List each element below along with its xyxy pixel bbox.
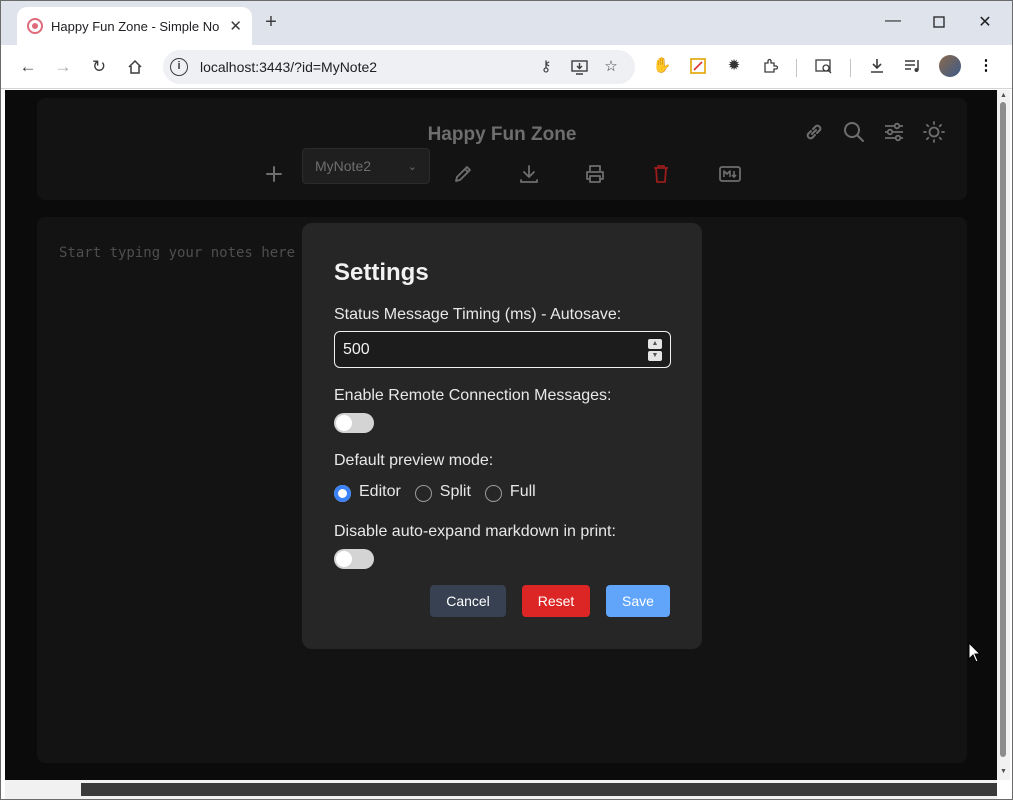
page-content: Happy Fun Zone MyNote2 ⌄ Start typing yo… (5, 90, 997, 780)
markdown-preview-icon[interactable] (718, 162, 742, 186)
site-info-icon[interactable]: i (170, 58, 188, 76)
new-note-icon[interactable] (262, 162, 286, 186)
delete-trash-icon[interactable] (649, 162, 673, 186)
radio-split-label: Split (439, 482, 471, 500)
spin-down-icon[interactable]: ▼ (648, 350, 662, 361)
scroll-thumb[interactable] (1000, 102, 1006, 757)
remote-label: Enable Remote Connection Messages: (334, 387, 612, 404)
toolbar-divider (796, 59, 797, 77)
back-icon[interactable]: ← (16, 55, 40, 79)
browser-window: Happy Fun Zone - Simple Notes ✕ + — ✕ ← … (0, 0, 1013, 800)
scroll-up-icon[interactable]: ▲ (999, 92, 1008, 101)
horizontal-scroll-thumb[interactable] (81, 783, 997, 796)
horizontal-scrollbar[interactable] (5, 780, 997, 799)
toolbar-divider (850, 59, 851, 77)
preview-label: Default preview mode: (334, 452, 494, 469)
tab-search-icon[interactable] (813, 55, 835, 77)
radio-full-dot[interactable] (484, 485, 502, 502)
tab-title: Happy Fun Zone - Simple Notes (51, 18, 219, 34)
chevron-down-icon: ⌄ (407, 160, 417, 173)
theme-sun-icon[interactable] (922, 120, 948, 146)
reset-button[interactable]: Reset (522, 585, 590, 617)
editor-placeholder: Start typing your notes here (59, 245, 296, 261)
favicon-icon (27, 18, 43, 34)
save-button[interactable]: Save (606, 585, 670, 617)
rename-pencil-icon[interactable] (451, 162, 475, 186)
profile-avatar[interactable] (939, 55, 961, 77)
print-icon[interactable] (583, 162, 607, 186)
timing-value: 500 (343, 340, 370, 358)
extension-stop-icon[interactable]: ✋ (651, 55, 673, 77)
settings-title: Settings (334, 259, 429, 286)
app-header: Happy Fun Zone MyNote2 ⌄ (37, 98, 967, 200)
menu-kebab-icon[interactable]: ⋮ (975, 55, 997, 77)
media-control-icon[interactable] (902, 55, 924, 77)
download-icon[interactable] (517, 162, 541, 186)
link-icon[interactable] (802, 120, 828, 146)
print-expand-toggle[interactable] (334, 549, 374, 569)
radio-full[interactable]: Full (484, 481, 536, 502)
radio-split[interactable]: Split (414, 481, 471, 502)
search-icon[interactable] (842, 120, 868, 146)
address-bar[interactable]: i localhost:3443/?id=MyNote2 ⚷ ☆ (163, 50, 635, 84)
note-select[interactable]: MyNote2 ⌄ (302, 148, 430, 184)
remote-messages-toggle[interactable] (334, 413, 374, 433)
home-icon[interactable] (123, 55, 147, 79)
extensions-puzzle-icon[interactable] (759, 55, 781, 77)
maximize-button[interactable] (927, 12, 951, 34)
timing-input[interactable]: 500 ▲ ▼ (334, 331, 671, 368)
radio-editor[interactable]: Editor (334, 481, 401, 502)
browser-toolbar: ← → ↻ i localhost:3443/?id=MyNote2 ⚷ ☆ ✋… (1, 45, 1012, 89)
new-tab-button[interactable]: + (260, 12, 282, 34)
cancel-button[interactable]: Cancel (430, 585, 506, 617)
tab-close-icon[interactable]: ✕ (229, 17, 242, 35)
print-label: Disable auto-expand markdown in print: (334, 523, 616, 540)
forward-icon[interactable]: → (51, 55, 75, 79)
minimize-button[interactable]: — (881, 12, 905, 34)
settings-modal: Settings Status Message Timing (ms) - Au… (302, 223, 702, 649)
tab-strip: Happy Fun Zone - Simple Notes ✕ + — ✕ (1, 1, 1012, 45)
password-key-icon[interactable]: ⚷ (536, 57, 556, 77)
radio-editor-label: Editor (359, 482, 401, 500)
extension-color-icon[interactable] (687, 55, 709, 77)
radio-full-label: Full (509, 482, 536, 500)
spin-up-icon[interactable]: ▲ (648, 338, 662, 349)
scroll-down-icon[interactable]: ▼ (999, 768, 1008, 777)
browser-tab[interactable]: Happy Fun Zone - Simple Notes ✕ (17, 7, 252, 45)
bookmark-star-icon[interactable]: ☆ (601, 57, 621, 77)
close-window-button[interactable]: ✕ (973, 12, 997, 34)
radio-editor-dot[interactable] (334, 485, 351, 502)
settings-sliders-icon[interactable] (882, 120, 908, 146)
extension-gear-icon[interactable]: ✹ (723, 55, 745, 77)
url-text: localhost:3443/?id=MyNote2 (200, 59, 378, 75)
radio-split-dot[interactable] (414, 485, 432, 502)
preview-mode-group: Editor Split Full (334, 481, 550, 502)
vertical-scrollbar[interactable]: ▲ ▼ (997, 90, 1010, 780)
reload-icon[interactable]: ↻ (87, 55, 111, 79)
note-select-value: MyNote2 (315, 158, 372, 174)
number-spinner[interactable]: ▲ ▼ (648, 338, 662, 361)
downloads-icon[interactable] (866, 55, 888, 77)
timing-label: Status Message Timing (ms) - Autosave: (334, 306, 622, 323)
install-app-icon[interactable] (569, 57, 589, 77)
